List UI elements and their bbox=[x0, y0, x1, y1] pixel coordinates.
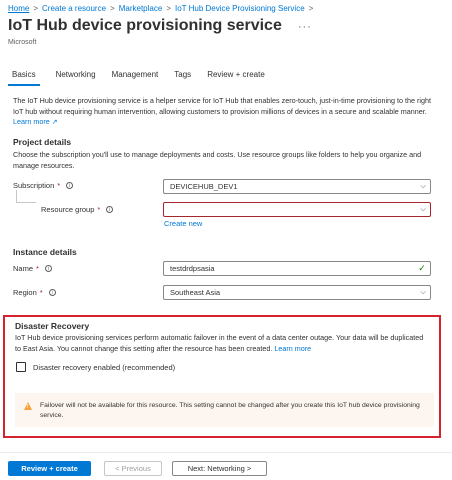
previous-button[interactable]: < Previous bbox=[104, 461, 162, 476]
more-options-icon[interactable]: ··· bbox=[298, 21, 312, 33]
info-icon[interactable]: i bbox=[106, 206, 114, 213]
breadcrumb-separator: > bbox=[110, 4, 115, 13]
intro-text: The IoT Hub device provisioning service … bbox=[13, 96, 441, 129]
tab-tags[interactable]: Tags bbox=[174, 68, 191, 86]
disaster-recovery-checkbox[interactable] bbox=[16, 362, 26, 372]
breadcrumb-marketplace-link[interactable]: Marketplace bbox=[119, 4, 163, 13]
tab-networking[interactable]: Networking bbox=[56, 68, 96, 86]
subscription-select[interactable]: DEVICEHUB_DEV1 ⌵ bbox=[163, 179, 431, 194]
review-create-button[interactable]: Review + create bbox=[8, 461, 91, 476]
warning-icon bbox=[24, 402, 32, 410]
page-title: IoT Hub device provisioning service bbox=[8, 17, 282, 34]
name-label-text: Name bbox=[13, 264, 34, 273]
chevron-down-icon: ⌵ bbox=[420, 182, 426, 190]
create-new-resource-group-link[interactable]: Create new bbox=[164, 219, 202, 228]
breadcrumb-separator: > bbox=[166, 4, 171, 13]
intro-learn-more-link[interactable]: Learn more bbox=[13, 117, 50, 126]
breadcrumb-iot-dps-link[interactable]: IoT Hub Device Provisioning Service bbox=[175, 4, 305, 13]
tab-management[interactable]: Management bbox=[112, 68, 159, 86]
tab-review-create[interactable]: Review + create bbox=[207, 68, 265, 86]
disaster-recovery-checkbox-label: Disaster recovery enabled (recommended) bbox=[33, 362, 176, 372]
external-link-icon: ↗ bbox=[51, 119, 58, 126]
page-header: IoT Hub device provisioning service ··· bbox=[8, 17, 312, 35]
disaster-recovery-text: IoT Hub device provisioning services per… bbox=[15, 333, 424, 353]
breadcrumb-create-resource-link[interactable]: Create a resource bbox=[42, 4, 106, 13]
page-subtitle: Microsoft bbox=[8, 39, 37, 46]
breadcrumb-separator: > bbox=[308, 4, 314, 13]
info-icon[interactable]: i bbox=[48, 289, 56, 296]
required-marker: * bbox=[39, 288, 43, 297]
disaster-recovery-checkbox-row[interactable]: Disaster recovery enabled (recommended) bbox=[16, 362, 175, 372]
disaster-recovery-section: Disaster Recovery IoT Hub device provisi… bbox=[3, 315, 441, 438]
instance-details-heading: Instance details bbox=[13, 247, 77, 257]
resource-group-select[interactable]: ⌵ bbox=[163, 202, 431, 217]
required-marker: * bbox=[57, 181, 61, 190]
warning-text: Failover will not be available for this … bbox=[40, 402, 420, 419]
required-marker: * bbox=[36, 264, 39, 273]
project-details-heading: Project details bbox=[13, 137, 72, 147]
disaster-recovery-description: IoT Hub device provisioning services per… bbox=[15, 333, 430, 354]
required-marker: * bbox=[97, 205, 101, 214]
tree-connector bbox=[16, 202, 36, 203]
tab-bar: Basics Networking Management Tags Review… bbox=[8, 68, 281, 86]
region-value: Southeast Asia bbox=[170, 288, 221, 297]
warning-banner: Failover will not be available for this … bbox=[15, 393, 434, 427]
disaster-recovery-heading: Disaster Recovery bbox=[15, 321, 90, 331]
resource-group-label-text: Resource group bbox=[41, 205, 95, 214]
name-label: Name * i bbox=[13, 264, 52, 273]
region-label: Region * i bbox=[13, 288, 56, 297]
subscription-value: DEVICEHUB_DEV1 bbox=[170, 182, 238, 191]
region-label-text: Region bbox=[13, 288, 37, 297]
breadcrumb-separator: > bbox=[33, 4, 39, 13]
intro-description: The IoT Hub device provisioning service … bbox=[13, 96, 432, 116]
checkmark-icon: ✓ bbox=[418, 263, 426, 273]
chevron-down-icon: ⌵ bbox=[420, 288, 426, 296]
disaster-recovery-learn-more-link[interactable]: Learn more bbox=[274, 344, 311, 353]
breadcrumb: Home > Create a resource > Marketplace >… bbox=[8, 4, 317, 13]
subscription-label: Subscription * i bbox=[13, 181, 74, 190]
footer-divider bbox=[0, 452, 452, 453]
tab-basics[interactable]: Basics bbox=[8, 68, 40, 86]
subscription-label-text: Subscription bbox=[13, 181, 55, 190]
region-select[interactable]: Southeast Asia ⌵ bbox=[163, 285, 431, 300]
name-input[interactable]: testdrdpsasia ✓ bbox=[163, 261, 431, 276]
chevron-down-icon: ⌵ bbox=[420, 205, 426, 213]
info-icon[interactable]: i bbox=[66, 182, 74, 189]
breadcrumb-home-link[interactable]: Home bbox=[8, 4, 29, 13]
tree-connector bbox=[16, 190, 17, 202]
resource-group-label: Resource group * i bbox=[41, 205, 114, 214]
name-value: testdrdpsasia bbox=[170, 264, 215, 273]
next-networking-button[interactable]: Next: Networking > bbox=[172, 461, 267, 476]
project-details-description: Choose the subscription you'll use to ma… bbox=[13, 150, 422, 170]
info-icon[interactable]: i bbox=[44, 265, 52, 272]
